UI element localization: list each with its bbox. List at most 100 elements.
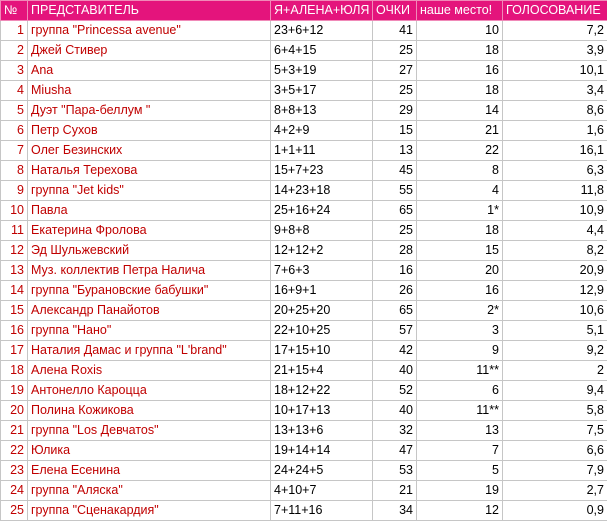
participant-name[interactable]: Дуэт "Пара-беллум " — [27, 100, 271, 121]
participant-name[interactable]: Джей Стивер — [27, 40, 271, 61]
participant-name[interactable]: Юлика — [27, 440, 271, 461]
vote-breakdown[interactable]: 4+2+9 — [270, 120, 373, 141]
row-number[interactable]: 25 — [0, 500, 28, 521]
row-number[interactable]: 15 — [0, 300, 28, 321]
vote-score-cell[interactable]: 5,1 — [502, 320, 607, 341]
place-cell[interactable]: 18 — [416, 40, 503, 61]
place-cell[interactable]: 7 — [416, 440, 503, 461]
points-cell[interactable]: 47 — [372, 440, 417, 461]
vote-score-cell[interactable]: 6,3 — [502, 160, 607, 181]
participant-name[interactable]: Елена Есенина — [27, 460, 271, 481]
vote-score-cell[interactable]: 2,7 — [502, 480, 607, 501]
vote-breakdown[interactable]: 15+7+23 — [270, 160, 373, 181]
participant-name[interactable]: группа "Аляска" — [27, 480, 271, 501]
participant-name[interactable]: Алена Roxis — [27, 360, 271, 381]
points-cell[interactable]: 13 — [372, 140, 417, 161]
points-cell[interactable]: 42 — [372, 340, 417, 361]
row-number[interactable]: 23 — [0, 460, 28, 481]
vote-score-cell[interactable]: 3,4 — [502, 80, 607, 101]
row-number[interactable]: 11 — [0, 220, 28, 241]
participant-name[interactable]: Муз. коллектив Петра Налича — [27, 260, 271, 281]
participant-name[interactable]: группа "Los Девчатоs" — [27, 420, 271, 441]
vote-breakdown[interactable]: 1+1+11 — [270, 140, 373, 161]
vote-breakdown[interactable]: 8+8+13 — [270, 100, 373, 121]
participant-name[interactable]: Павла — [27, 200, 271, 221]
row-number[interactable]: 19 — [0, 380, 28, 401]
participant-name[interactable]: Ana — [27, 60, 271, 81]
place-cell[interactable]: 16 — [416, 60, 503, 81]
points-cell[interactable]: 27 — [372, 60, 417, 81]
place-cell[interactable]: 9 — [416, 340, 503, 361]
participant-name[interactable]: Эд Шульжевский — [27, 240, 271, 261]
vote-score-cell[interactable]: 0,9 — [502, 500, 607, 521]
place-cell[interactable]: 8 — [416, 160, 503, 181]
row-number[interactable]: 9 — [0, 180, 28, 201]
row-number[interactable]: 2 — [0, 40, 28, 61]
vote-breakdown[interactable]: 6+4+15 — [270, 40, 373, 61]
vote-score-cell[interactable]: 9,2 — [502, 340, 607, 361]
vote-breakdown[interactable]: 16+9+1 — [270, 280, 373, 301]
points-cell[interactable]: 15 — [372, 120, 417, 141]
row-number[interactable]: 3 — [0, 60, 28, 81]
participant-name[interactable]: Наталья Терехова — [27, 160, 271, 181]
vote-score-cell[interactable]: 16,1 — [502, 140, 607, 161]
vote-breakdown[interactable]: 10+17+13 — [270, 400, 373, 421]
points-cell[interactable]: 29 — [372, 100, 417, 121]
row-number[interactable]: 21 — [0, 420, 28, 441]
place-cell[interactable]: 18 — [416, 220, 503, 241]
vote-score-cell[interactable]: 3,9 — [502, 40, 607, 61]
points-cell[interactable]: 32 — [372, 420, 417, 441]
vote-breakdown[interactable]: 18+12+22 — [270, 380, 373, 401]
vote-breakdown[interactable]: 21+15+4 — [270, 360, 373, 381]
row-number[interactable]: 8 — [0, 160, 28, 181]
row-number[interactable]: 14 — [0, 280, 28, 301]
participant-name[interactable]: Полина Кожикова — [27, 400, 271, 421]
row-number[interactable]: 10 — [0, 200, 28, 221]
participant-name[interactable]: группа "Нано" — [27, 320, 271, 341]
row-number[interactable]: 20 — [0, 400, 28, 421]
points-cell[interactable]: 25 — [372, 220, 417, 241]
row-number[interactable]: 17 — [0, 340, 28, 361]
participant-name[interactable]: группа "Бурановские бабушки" — [27, 280, 271, 301]
place-cell[interactable]: 21 — [416, 120, 503, 141]
points-cell[interactable]: 41 — [372, 20, 417, 41]
place-cell[interactable]: 12 — [416, 500, 503, 521]
points-cell[interactable]: 52 — [372, 380, 417, 401]
vote-score-cell[interactable]: 10,1 — [502, 60, 607, 81]
points-cell[interactable]: 45 — [372, 160, 417, 181]
place-cell[interactable]: 10 — [416, 20, 503, 41]
points-cell[interactable]: 40 — [372, 400, 417, 421]
vote-breakdown[interactable]: 14+23+18 — [270, 180, 373, 201]
row-number[interactable]: 18 — [0, 360, 28, 381]
place-cell[interactable]: 22 — [416, 140, 503, 161]
vote-breakdown[interactable]: 25+16+24 — [270, 200, 373, 221]
vote-score-cell[interactable]: 20,9 — [502, 260, 607, 281]
row-number[interactable]: 24 — [0, 480, 28, 501]
vote-breakdown[interactable]: 17+15+10 — [270, 340, 373, 361]
vote-breakdown[interactable]: 3+5+17 — [270, 80, 373, 101]
header-place[interactable]: наше место! — [416, 0, 503, 21]
row-number[interactable]: 16 — [0, 320, 28, 341]
row-number[interactable]: 6 — [0, 120, 28, 141]
points-cell[interactable]: 28 — [372, 240, 417, 261]
place-cell[interactable]: 1* — [416, 200, 503, 221]
vote-breakdown[interactable]: 24+24+5 — [270, 460, 373, 481]
place-cell[interactable]: 18 — [416, 80, 503, 101]
row-number[interactable]: 12 — [0, 240, 28, 261]
vote-breakdown[interactable]: 4+10+7 — [270, 480, 373, 501]
participant-name[interactable]: группа "Princessa avenue" — [27, 20, 271, 41]
place-cell[interactable]: 14 — [416, 100, 503, 121]
vote-breakdown[interactable]: 5+3+19 — [270, 60, 373, 81]
vote-score-cell[interactable]: 5,8 — [502, 400, 607, 421]
participant-name[interactable]: Петр Сухов — [27, 120, 271, 141]
points-cell[interactable]: 65 — [372, 300, 417, 321]
points-cell[interactable]: 16 — [372, 260, 417, 281]
vote-score-cell[interactable]: 9,4 — [502, 380, 607, 401]
points-cell[interactable]: 40 — [372, 360, 417, 381]
row-number[interactable]: 4 — [0, 80, 28, 101]
points-cell[interactable]: 26 — [372, 280, 417, 301]
place-cell[interactable]: 20 — [416, 260, 503, 281]
row-number[interactable]: 13 — [0, 260, 28, 281]
vote-breakdown[interactable]: 19+14+14 — [270, 440, 373, 461]
points-cell[interactable]: 55 — [372, 180, 417, 201]
